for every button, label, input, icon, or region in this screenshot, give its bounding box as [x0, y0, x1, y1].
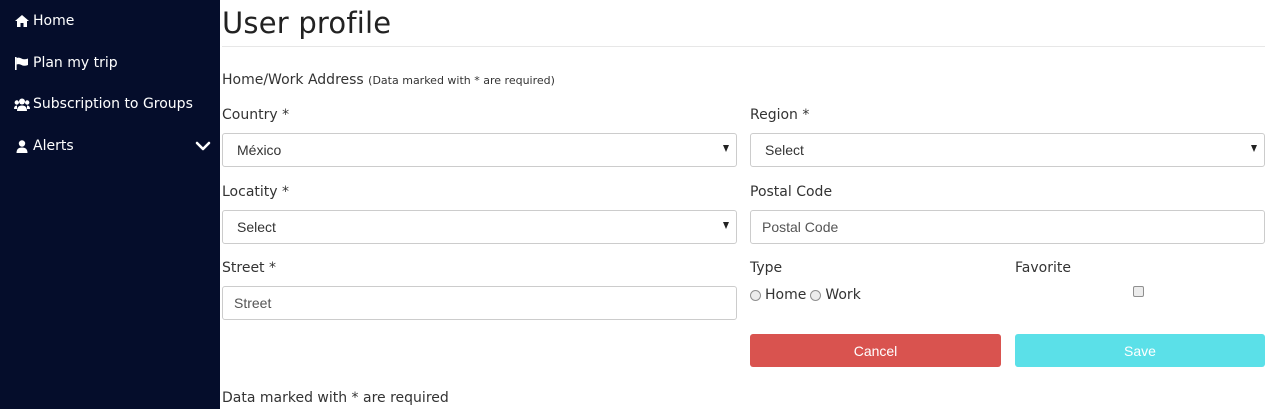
region-select[interactable]: Select — [750, 133, 1265, 167]
type-work-radio[interactable] — [810, 289, 822, 301]
type-home-label[interactable]: Home — [765, 287, 806, 303]
dropdown-caret-icon — [723, 145, 729, 152]
required-fields-note: Data marked with * are required — [222, 390, 449, 406]
sidebar-item-label: Home — [33, 13, 75, 29]
country-select[interactable]: México — [222, 133, 737, 167]
title-divider — [222, 46, 1265, 47]
user-icon — [14, 139, 30, 153]
street-label: Street * — [222, 260, 276, 276]
postal-code-label: Postal Code — [750, 184, 833, 200]
locality-selected-value: Select — [237, 219, 276, 235]
page-title: User profile — [222, 6, 392, 40]
users-icon — [14, 97, 30, 111]
type-work-label[interactable]: Work — [825, 287, 860, 303]
street-input[interactable]: Street — [222, 286, 737, 320]
sidebar-item-label: Alerts — [33, 138, 74, 154]
sidebar-item-home[interactable]: Home — [14, 8, 74, 34]
sidebar-item-label: Plan my trip — [33, 55, 118, 71]
country-selected-value: México — [237, 142, 282, 158]
locality-select[interactable]: Select — [222, 210, 737, 244]
country-label: Country * — [222, 107, 290, 123]
region-selected-value: Select — [765, 142, 804, 158]
save-button[interactable]: Save — [1015, 334, 1265, 367]
home-icon — [14, 14, 30, 28]
sidebar-item-plan-my-trip[interactable]: Plan my trip — [14, 50, 118, 76]
favorite-checkbox[interactable] — [1133, 286, 1144, 297]
sidebar-item-subscription-to-groups[interactable]: Subscription to Groups — [14, 91, 193, 117]
chevron-down-icon[interactable] — [195, 138, 211, 154]
section-heading: Home/Work Address (Data marked with * ar… — [222, 72, 555, 88]
dropdown-caret-icon — [723, 222, 729, 229]
type-label: Type — [750, 260, 783, 276]
section-required-note: (Data marked with * are required) — [368, 74, 555, 87]
section-title: Home/Work Address — [222, 72, 364, 88]
favorite-label: Favorite — [1015, 260, 1071, 276]
sidebar-item-label: Subscription to Groups — [33, 96, 193, 112]
type-home-radio[interactable] — [750, 289, 761, 301]
flag-icon — [14, 56, 30, 70]
postal-code-placeholder: Postal Code — [762, 219, 839, 235]
sidebar: Home Plan my trip Subscription to Groups… — [0, 0, 220, 409]
street-placeholder: Street — [234, 295, 272, 311]
dropdown-caret-icon — [1251, 145, 1257, 152]
sidebar-item-alerts[interactable]: Alerts — [14, 133, 74, 159]
region-label: Region * — [750, 107, 810, 123]
locality-label: Locatity * — [222, 184, 289, 200]
type-radio-group: Home Work — [750, 287, 865, 303]
postal-code-input[interactable]: Postal Code — [750, 210, 1265, 244]
cancel-button[interactable]: Cancel — [750, 334, 1001, 367]
